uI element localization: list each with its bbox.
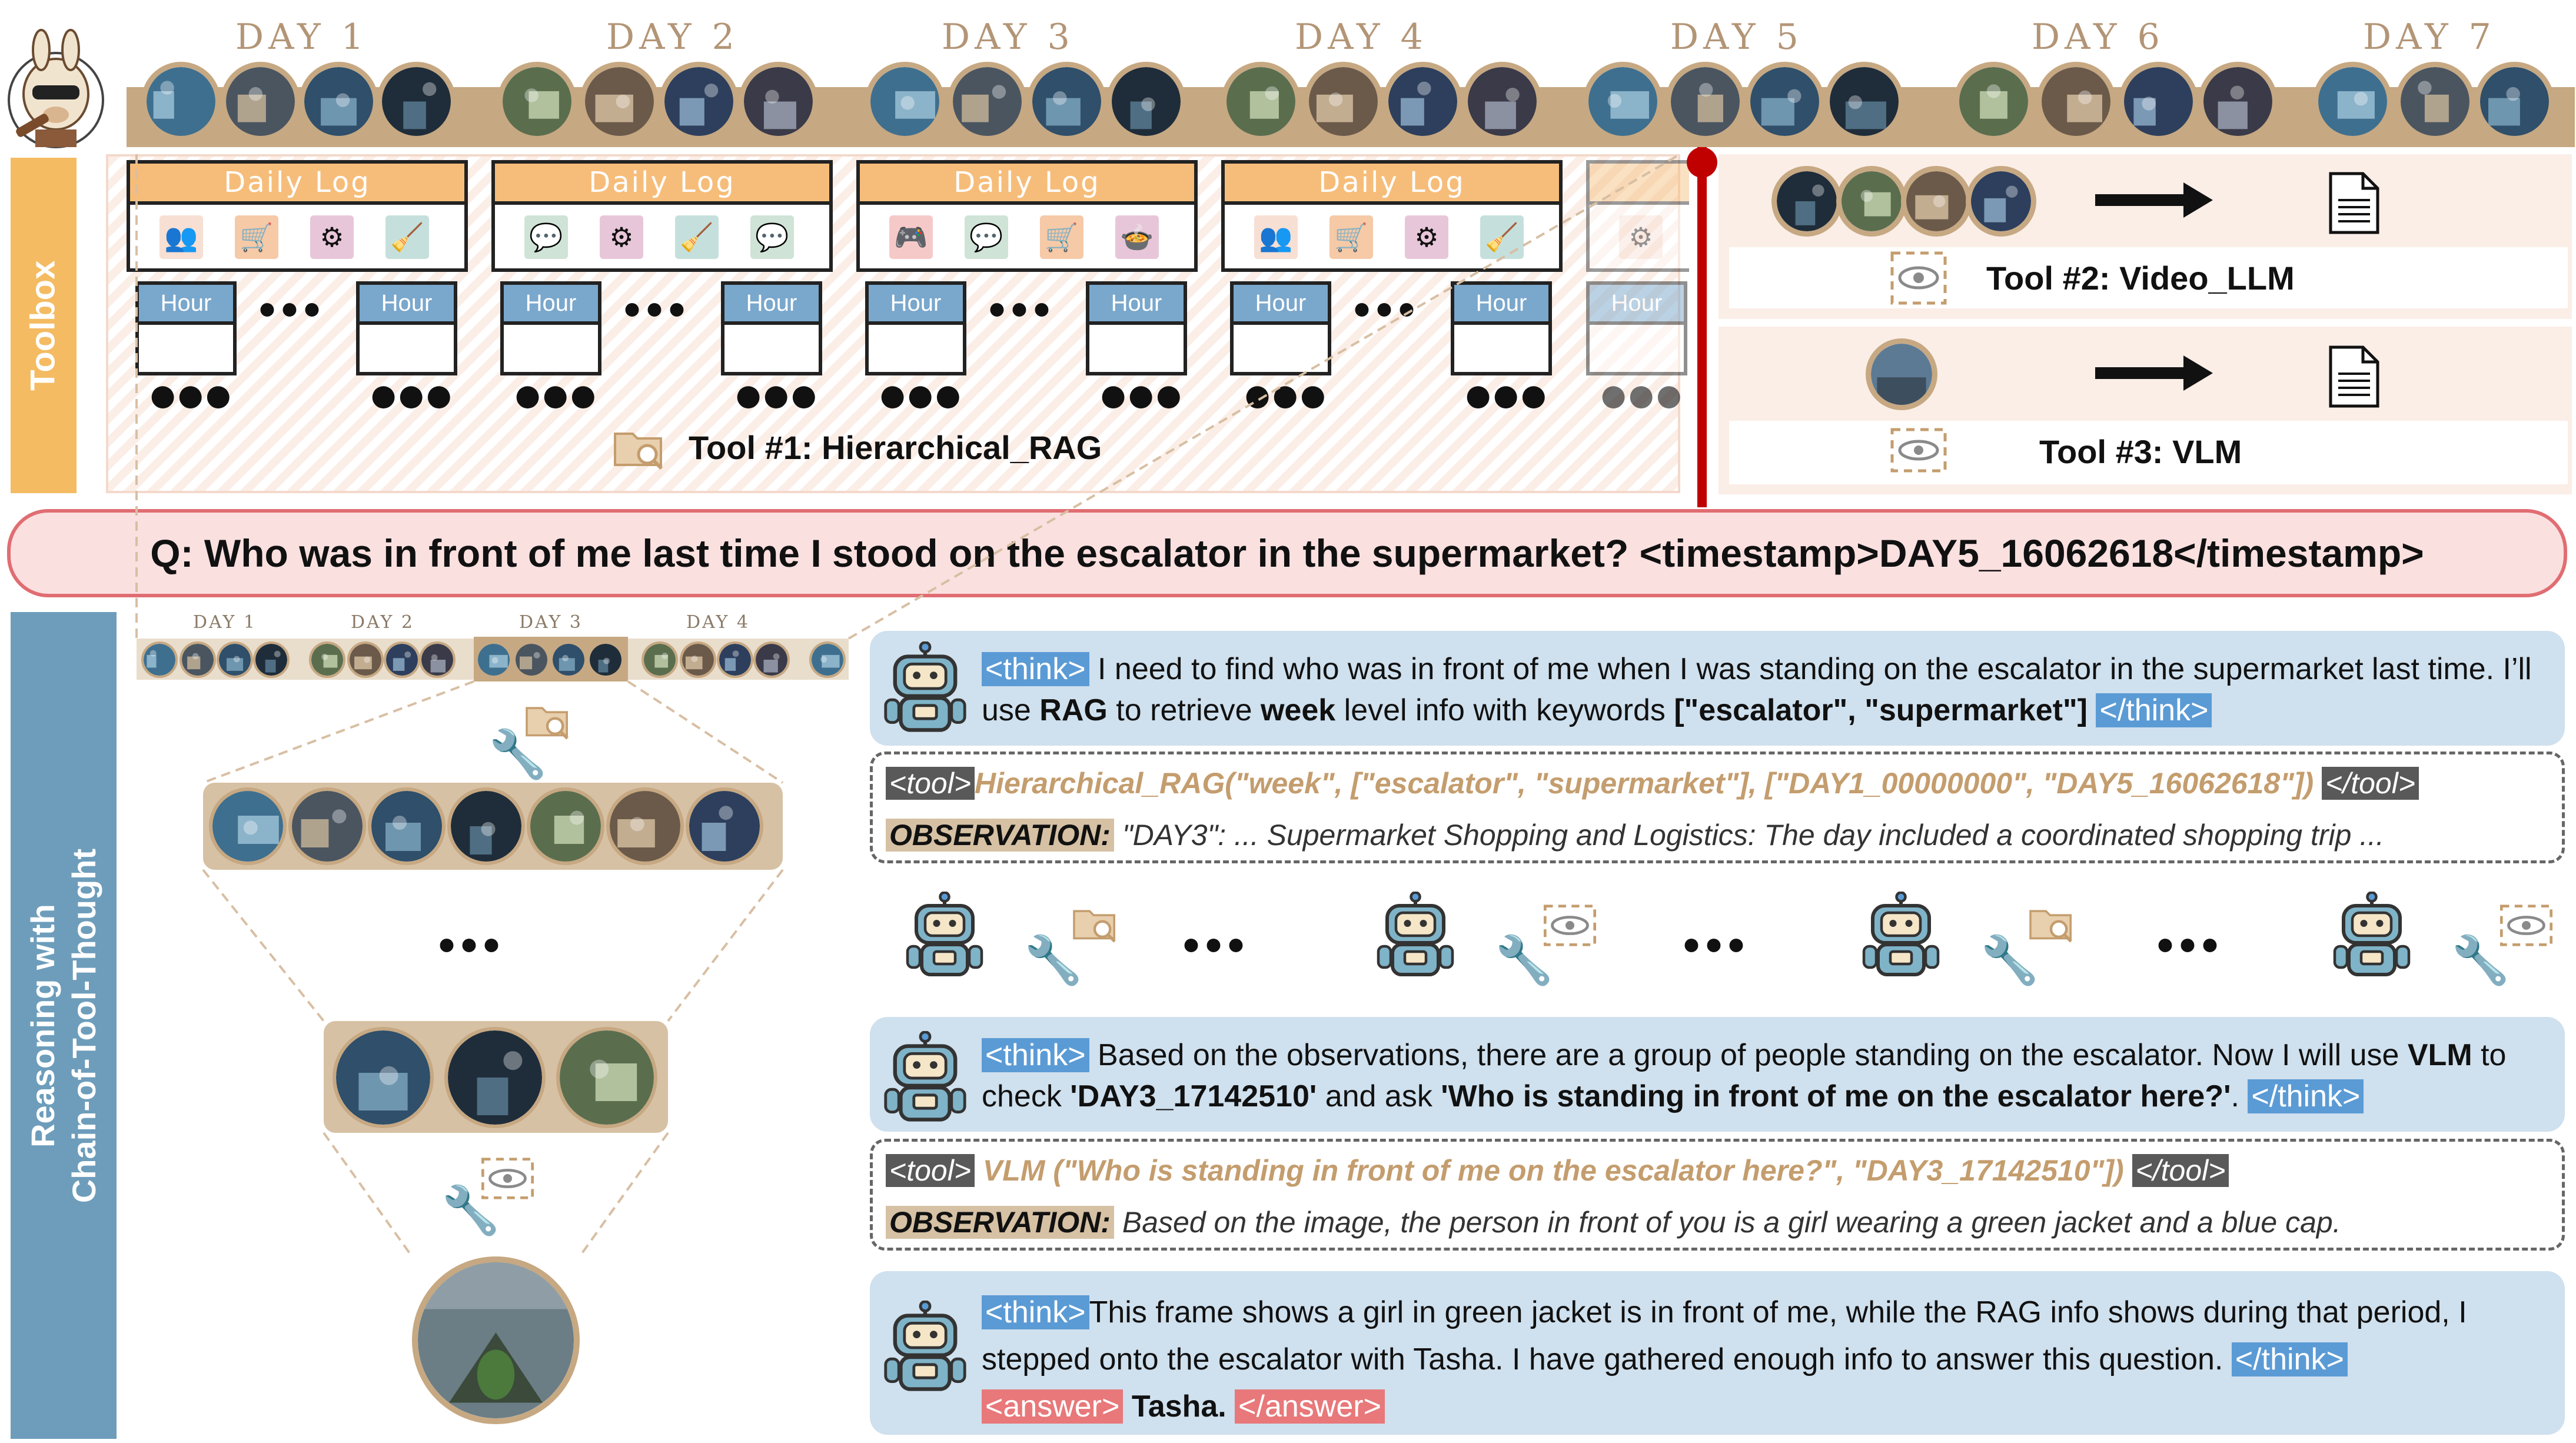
tool-close-tag: </tool> (2132, 1154, 2229, 1187)
video-frame-thumbnail (527, 787, 604, 865)
think-close-tag: </think> (2248, 1079, 2364, 1113)
tool-open-tag: <tool> (886, 767, 975, 800)
step1-text: to retrieve (1107, 693, 1261, 727)
think-close-tag: </think> (2231, 1342, 2348, 1376)
step1-bold: week (1260, 693, 1336, 727)
robot-icon (1371, 891, 1460, 983)
tool-call-text: Hierarchical_RAG("week", ["escalator", "… (975, 767, 2314, 800)
think-panel-2: <think> Based on the observations, there… (870, 1017, 2565, 1132)
tool-open-tag: <tool> (886, 1154, 975, 1187)
video-frame-thumbnail (209, 787, 287, 865)
tool-call-text: VLM ("Who is standing in front of me on … (982, 1154, 2124, 1187)
think-open-tag: <think> (982, 1295, 1089, 1329)
step2-text: and ask (1317, 1079, 1441, 1113)
step2-text: . (2231, 1079, 2248, 1113)
ellipsis: ••• (1183, 919, 1251, 971)
robot-icon (878, 1300, 972, 1398)
ellipsis: ••• (1683, 919, 1751, 971)
step2-bold: VLM (2407, 1038, 2472, 1072)
video-frame-thumbnail (606, 787, 684, 865)
answer-text: Tasha. (1131, 1389, 1226, 1424)
robot-icon (900, 891, 989, 983)
think-panel-3: <think> This frame shows a girl in green … (870, 1271, 2565, 1435)
step1-bold: ["escalator", "supermarket"] (1674, 693, 2088, 727)
observation-text: Based on the image, the person in front … (1122, 1206, 2341, 1239)
observation-text: "DAY3": ... Supermarket Shopping and Log… (1122, 819, 2385, 852)
answer-open-tag: <answer> (982, 1389, 1124, 1424)
step2-bold: 'DAY3_17142510' (1070, 1079, 1317, 1113)
robot-icon (878, 1030, 972, 1128)
folder-search-icon (2027, 903, 2075, 947)
video-frame-thumbnail (333, 1027, 434, 1128)
video-frame-thumbnail (444, 1027, 546, 1128)
eye-scan-icon (1542, 903, 1598, 950)
step2-text: Based on the observations, there are a g… (1089, 1038, 2408, 1072)
robot-icon (1857, 891, 1945, 983)
step2-bold: 'Who is standing in front of me on the e… (1441, 1079, 2231, 1113)
observation-label: OBSERVATION: (886, 819, 1114, 852)
answer-close-tag: </answer> (1235, 1389, 1385, 1424)
robot-icon (878, 641, 972, 739)
think-close-tag: </think> (2096, 693, 2212, 727)
video-frame-thumbnail (686, 787, 763, 865)
think-panel-1: <think> I need to find who was in front … (870, 631, 2565, 746)
observation-label: OBSERVATION: (886, 1206, 1114, 1239)
selected-frame (412, 1256, 580, 1424)
video-frame-thumbnail (288, 787, 366, 865)
wrench-icon: 🔧 (488, 728, 547, 780)
tool-call-2: <tool> VLM ("Who is standing in front of… (870, 1139, 2565, 1251)
ellipsis: ••• (438, 919, 506, 971)
step1-text: level info with keywords (1335, 693, 1674, 727)
video-frame-thumbnail (447, 787, 525, 865)
tool-call-1: <tool> Hierarchical_RAG("week", ["escalat… (870, 752, 2565, 863)
think-open-tag: <think> (982, 652, 1089, 686)
tool-close-tag: </tool> (2322, 767, 2419, 800)
video-frame-thumbnail (556, 1027, 657, 1128)
think-open-tag: <think> (982, 1038, 1089, 1072)
wrench-icon: 🔧 (441, 1184, 500, 1236)
step1-bold: RAG (1039, 693, 1108, 727)
eye-scan-icon (2498, 903, 2554, 950)
ellipsis: ••• (2157, 919, 2225, 971)
folder-search-icon (1071, 903, 1118, 947)
robot-icon (2328, 891, 2416, 983)
video-frame-thumbnail (368, 787, 446, 865)
